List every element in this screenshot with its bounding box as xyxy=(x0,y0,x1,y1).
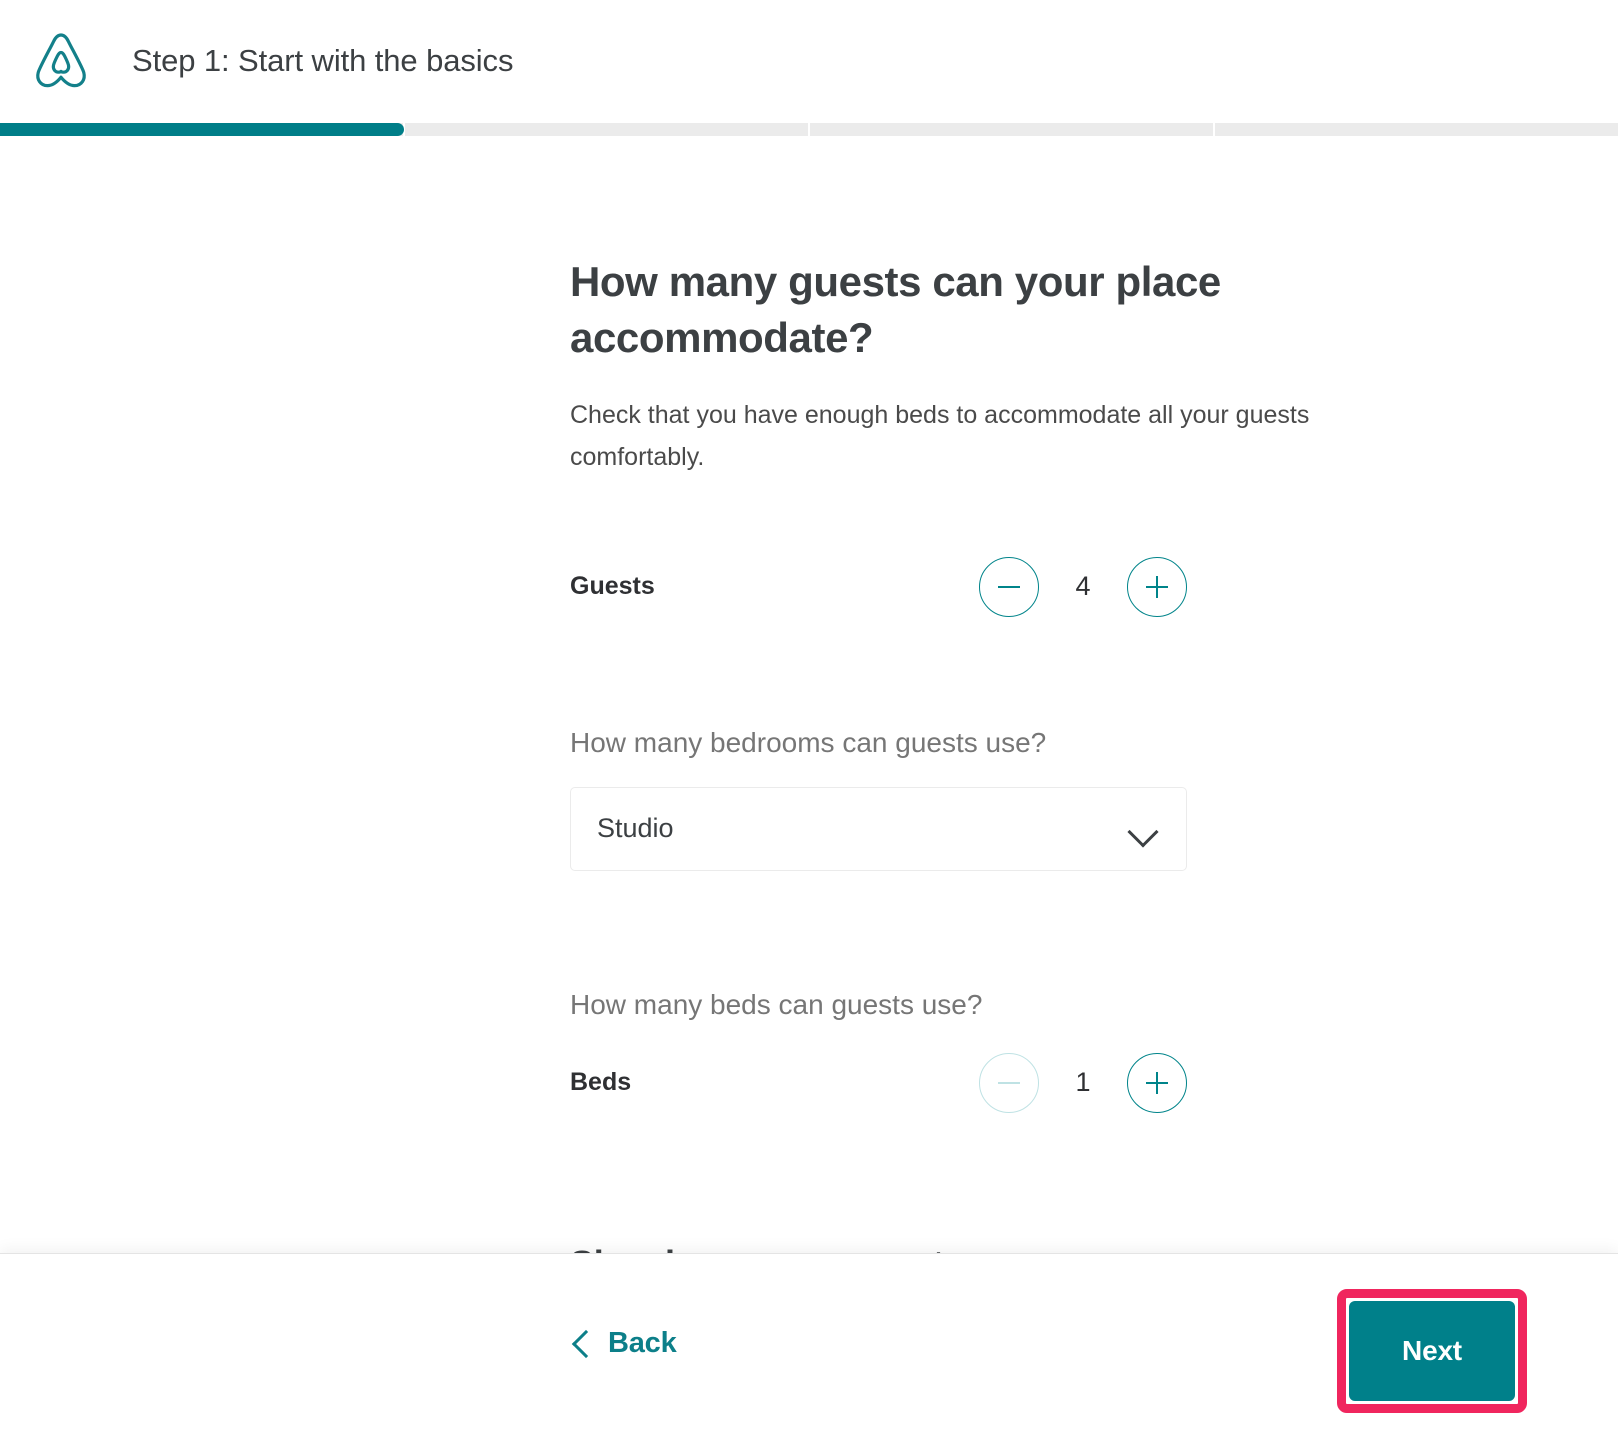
guests-value: 4 xyxy=(1075,571,1091,602)
chevron-left-icon xyxy=(572,1330,592,1356)
form-heading: How many guests can your place accommoda… xyxy=(570,258,1221,361)
progress-bar-fill xyxy=(0,123,404,136)
guests-stepper-row: Guests 4 xyxy=(570,556,1187,617)
next-button-highlight: Next xyxy=(1337,1289,1527,1413)
beds-label: Beds xyxy=(570,1068,632,1097)
beds-question: How many beds can guests use? xyxy=(570,988,983,1020)
guests-label: Guests xyxy=(570,572,655,601)
progress-segment xyxy=(810,123,1215,136)
minus-icon xyxy=(998,1072,1020,1094)
next-button[interactable]: Next xyxy=(1349,1301,1515,1401)
chevron-down-icon xyxy=(1128,820,1158,838)
airbnb-logo[interactable] xyxy=(30,28,92,94)
wizard-footer: Back Next xyxy=(0,1253,1618,1432)
bedrooms-question: How many bedrooms can guests use? xyxy=(570,726,1047,758)
beds-stepper: 1 xyxy=(979,1052,1187,1113)
plus-icon xyxy=(1146,575,1168,598)
page-title: Step 1: Start with the basics xyxy=(132,43,514,78)
beds-stepper-row: Beds 1 xyxy=(570,1052,1187,1113)
beds-decrement-button xyxy=(979,1052,1039,1113)
beds-value: 1 xyxy=(1075,1067,1091,1098)
bedrooms-selected-value: Studio xyxy=(597,813,674,844)
minus-icon xyxy=(998,576,1020,598)
back-button[interactable]: Back xyxy=(568,1321,681,1366)
sleeping-arrangements-title: Sleeping arrangements xyxy=(570,1243,1420,1253)
form-content-area: How many guests can your place accommoda… xyxy=(0,136,1618,1253)
guests-decrement-button[interactable] xyxy=(979,556,1039,617)
guests-increment-button[interactable] xyxy=(1127,556,1187,617)
plus-icon xyxy=(1146,1071,1168,1094)
listing-wizard-page: Step 1: Start with the basics How many g… xyxy=(0,0,1618,1432)
bedrooms-select[interactable]: Studio xyxy=(570,786,1187,871)
form-subheading: Check that you have enough beds to accom… xyxy=(570,400,1310,472)
progress-segment xyxy=(1215,123,1618,136)
back-button-label: Back xyxy=(608,1326,677,1359)
beds-increment-button[interactable] xyxy=(1127,1052,1187,1113)
progress-segment xyxy=(405,123,810,136)
guests-stepper: 4 xyxy=(979,556,1187,617)
page-header: Step 1: Start with the basics xyxy=(0,0,1618,122)
